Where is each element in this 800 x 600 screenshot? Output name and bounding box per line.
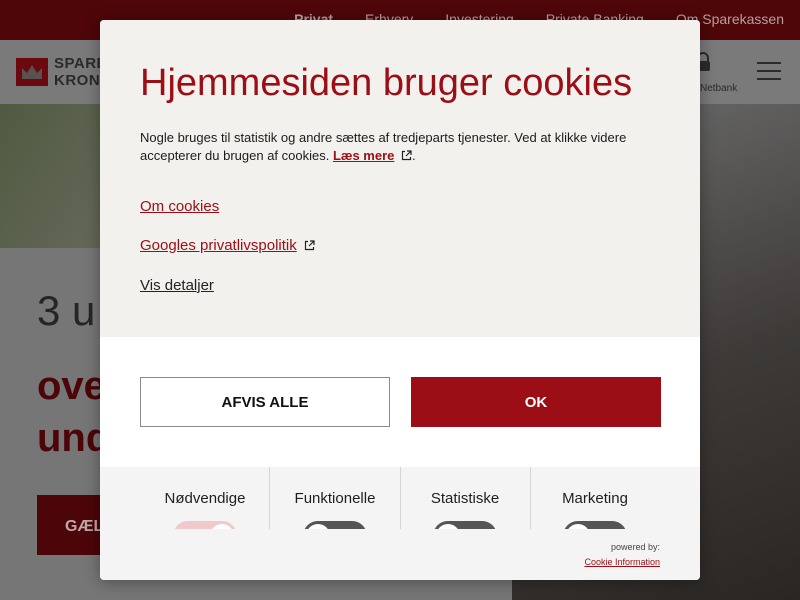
external-link-icon: [401, 150, 412, 161]
powered-by-label: powered by:: [610, 542, 660, 552]
external-link-icon: [304, 240, 315, 251]
reject-all-button[interactable]: AFVIS ALLE: [140, 377, 390, 427]
google-privacy-link-row[interactable]: Googles privatlivspolitik: [140, 237, 315, 254]
cookie-information-link[interactable]: Cookie Information: [584, 557, 660, 567]
read-more-link[interactable]: Læs mere: [333, 148, 394, 163]
cookie-dialog-info-panel: Hjemmesiden bruger cookies Nogle bruges …: [100, 20, 700, 337]
cookie-dialog-text: Nogle bruges til statistik og andre sætt…: [140, 129, 660, 165]
about-cookies-link[interactable]: Om cookies: [140, 198, 219, 215]
marketing-toggle[interactable]: [563, 521, 627, 529]
necessary-toggle[interactable]: [173, 521, 237, 529]
cookie-dialog-text-end: .: [412, 148, 416, 163]
promo-heading: 3 u: [37, 287, 96, 334]
netbank-label[interactable]: Netbank: [700, 83, 737, 94]
ok-button[interactable]: OK: [411, 377, 661, 427]
show-details-link[interactable]: Vis detaljer: [140, 277, 214, 294]
google-privacy-link[interactable]: Googles privatlivspolitik: [140, 237, 297, 254]
menu-icon[interactable]: [757, 62, 781, 86]
crown-icon: [22, 65, 42, 79]
crown-logo-icon[interactable]: [16, 58, 48, 86]
category-toggles: [100, 467, 700, 529]
cookie-dialog: Hjemmesiden bruger cookies Nogle bruges …: [100, 20, 700, 580]
statistics-toggle[interactable]: [433, 521, 497, 529]
functional-toggle[interactable]: [303, 521, 367, 529]
cookie-dialog-title: Hjemmesiden bruger cookies: [140, 62, 633, 104]
